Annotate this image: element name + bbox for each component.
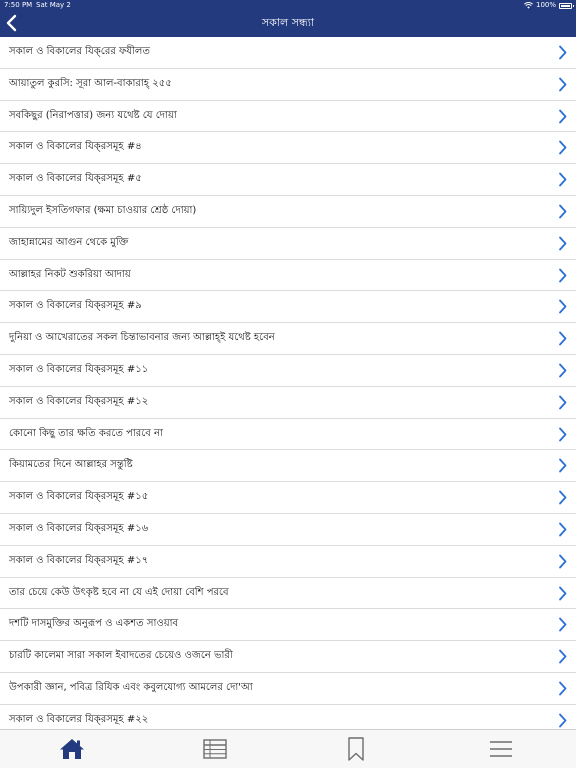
chevron-right-icon — [559, 109, 567, 123]
chevron-right-icon — [559, 427, 567, 441]
list-item-label: সকাল ও বিকালের যিক্‌রসমূহ #১৭ — [9, 554, 149, 566]
list-item-label: সকাল ও বিকালের যিক্‌রসমূহ #৯ — [9, 300, 142, 312]
menu-icon — [490, 741, 512, 757]
chevron-right-icon — [559, 77, 567, 92]
chevron-right-icon — [559, 363, 567, 378]
list-item-label: কোনো কিছু তার ক্ষতি করতে পারবে না — [9, 427, 163, 439]
chevron-right-icon — [559, 204, 567, 219]
list-item[interactable]: জাহান্নামের আগুন থেকে মুক্তি — [0, 228, 576, 260]
chevron-right-icon — [559, 236, 567, 251]
list-item[interactable]: সকাল ও বিকালের যিক্‌রসমূহ #১৫ — [0, 482, 576, 514]
list-item-label: কিয়ামতের দিনে আল্লাহর সন্তুষ্টি — [9, 459, 133, 471]
list-item[interactable]: দুনিয়া ও আখেরাতের সকল চিন্তাভাবনার জন্য… — [0, 323, 576, 355]
list-item-label: সকাল ও বিকালের যিক্‌রসমূহ #১৫ — [9, 491, 149, 503]
chevron-right-icon — [559, 617, 567, 632]
tab-table[interactable] — [185, 730, 245, 768]
chevron-right-icon — [559, 45, 567, 60]
list-item[interactable]: আয়াতুল কুরসি: সূরা আল-বাকারাহ্‌ ২৫৫ — [0, 69, 576, 101]
list-item-label: চারটি কালেমা সারা সকাল ইবাদতের চেয়েও ওজ… — [9, 650, 233, 662]
tab-home[interactable] — [42, 730, 102, 768]
list-item[interactable]: সকাল ও বিকালের যিক্‌রসমূহ #১৭ — [0, 546, 576, 578]
list-item[interactable]: সকাল ও বিকালের যিক্‌রসমূহ #১২ — [0, 387, 576, 419]
bookmark-icon — [348, 737, 364, 761]
chevron-right-icon — [559, 172, 567, 187]
list-item-label: সকাল ও বিকালের যিক্‌রসমূহ #১১ — [9, 363, 149, 375]
list-item[interactable]: তার চেয়ে কেউ উৎকৃষ্ট হবে না যে এই দোয়া… — [0, 578, 576, 610]
chevron-right-icon — [559, 681, 567, 696]
list-item[interactable]: দশটি দাসমুক্তির অনুরূপ ও একশত সাওয়াব — [0, 609, 576, 642]
list-item[interactable]: সকাল ও বিকালের যিক্‌রসমূহ #২২ — [0, 705, 576, 729]
tab-bar — [0, 729, 576, 768]
battery-icon — [559, 2, 574, 9]
status-time: 7:50 PM — [4, 1, 33, 9]
list-item[interactable]: চারটি কালেমা সারা সকাল ইবাদতের চেয়েও ওজ… — [0, 641, 576, 673]
list-item[interactable]: কিয়ামতের দিনে আল্লাহর সন্তুষ্টি — [0, 450, 576, 483]
chevron-right-icon — [559, 299, 567, 314]
list-item-label: দুনিয়া ও আখেরাতের সকল চিন্তাভাবনার জন্য… — [9, 332, 275, 344]
chevron-right-icon — [559, 713, 567, 728]
list-item[interactable]: সবকিছুর (নিরাপত্তার) জন্য যথেষ্ট যে দোয়… — [0, 101, 576, 133]
list-item-label: সায়্যিদুল ইসতিগফার (ক্ষমা চাওয়ার শ্রেষ… — [9, 204, 197, 216]
list-item[interactable]: উপকারী জ্ঞান, পবিত্র রিযিক এবং কবুলযোগ্য… — [0, 673, 576, 705]
list-item-label: উপকারী জ্ঞান, পবিত্র রিযিক এবং কবুলযোগ্য… — [9, 681, 253, 693]
list-item[interactable]: সায়্যিদুল ইসতিগফার (ক্ষমা চাওয়ার শ্রেষ… — [0, 196, 576, 228]
list-item[interactable]: সকাল ও বিকালের যিক্‌রসমূহ #৯ — [0, 291, 576, 324]
list-item[interactable]: সকাল ও বিকালের যিক্‌রের ফযীলত — [0, 37, 576, 69]
chevron-right-icon — [559, 586, 567, 600]
chevron-right-icon — [559, 522, 567, 537]
list-item-label: আল্লাহর নিকট শুকরিয়া আদায় — [9, 268, 131, 280]
page-title: সকাল সন্ধ্যা — [261, 16, 315, 29]
chevron-right-icon — [559, 649, 567, 664]
list-item-label: সকাল ও বিকালের যিক্‌রসমূহ #১২ — [9, 395, 149, 407]
list-item-label: সকাল ও বিকালের যিক্‌রসমূহ #২২ — [9, 713, 149, 725]
status-date: Sat May 2 — [36, 1, 71, 9]
list-item-label: আয়াতুল কুরসি: সূরা আল-বাকারাহ্‌ ২৫৫ — [9, 77, 172, 89]
chevron-right-icon — [559, 331, 567, 346]
list-item[interactable]: সকাল ও বিকালের যিক্‌রসমূহ #৫ — [0, 164, 576, 196]
list-item-label: জাহান্নামের আগুন থেকে মুক্তি — [9, 236, 129, 248]
chevron-right-icon — [559, 554, 567, 569]
list-item-label: তার চেয়ে কেউ উৎকৃষ্ট হবে না যে এই দোয়া… — [9, 586, 229, 598]
list-item[interactable]: সকাল ও বিকালের যিক্‌রসমূহ #১১ — [0, 355, 576, 387]
tab-menu[interactable] — [471, 730, 531, 768]
list-item-label: দশটি দাসমুক্তির অনুরূপ ও একশত সাওয়াব — [9, 618, 179, 630]
chevron-right-icon — [559, 140, 567, 155]
tab-bookmark[interactable] — [326, 730, 386, 768]
chevron-right-icon — [559, 458, 567, 473]
chevron-right-icon — [559, 395, 567, 410]
home-icon — [60, 739, 84, 759]
list-item[interactable]: সকাল ও বিকালের যিক্‌রসমূহ #৪ — [0, 132, 576, 165]
chevron-right-icon — [559, 490, 567, 505]
battery-percent: 100% — [535, 1, 556, 9]
navigation-header: 7:50 PM Sat May 2 100% সকাল সন্ধ্যা — [0, 0, 576, 37]
list-item-label: সকাল ও বিকালের যিক্‌রসমূহ #৪ — [9, 141, 142, 153]
list-item[interactable]: কোনো কিছু তার ক্ষতি করতে পারবে না — [0, 419, 576, 451]
status-bar: 7:50 PM Sat May 2 100% — [0, 0, 576, 11]
status-right: 100% — [524, 0, 574, 11]
wifi-icon — [524, 2, 533, 9]
table-icon — [203, 739, 227, 759]
dhikr-list: সকাল ও বিকালের যিক্‌রের ফযীলত আয়াতুল কুর… — [0, 37, 576, 729]
list-item-label: সকাল ও বিকালের যিক্‌রের ফযীলত — [9, 46, 150, 57]
list-item[interactable]: সকাল ও বিকালের যিক্‌রসমূহ #১৬ — [0, 514, 576, 546]
list-item[interactable]: আল্লাহর নিকট শুকরিয়া আদায় — [0, 260, 576, 292]
list-item-label: সকাল ও বিকালের যিক্‌রসমূহ #১৬ — [9, 522, 149, 534]
list-item-label: সকাল ও বিকালের যিক্‌রসমূহ #৫ — [9, 173, 142, 185]
chevron-right-icon — [559, 268, 567, 282]
list-item-label: সবকিছুর (নিরাপত্তার) জন্য যথেষ্ট যে দোয়… — [9, 109, 177, 121]
